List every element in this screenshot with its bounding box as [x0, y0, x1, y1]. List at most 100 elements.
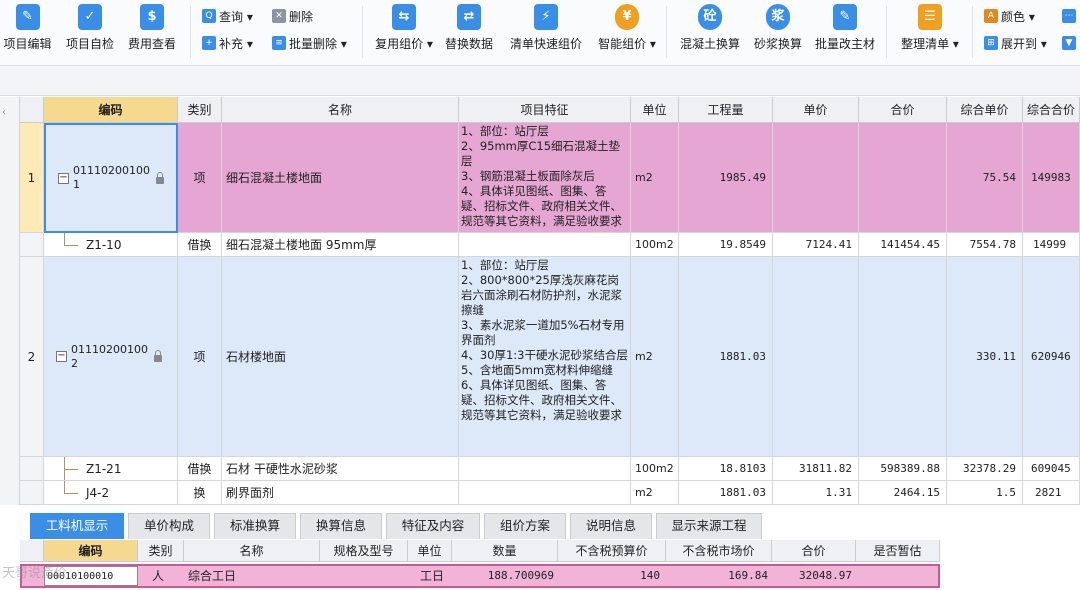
more-tools-button[interactable]: ⋯	[1062, 6, 1076, 26]
smart-price-button[interactable]: ¥ 智能组价 ▾	[594, 2, 660, 60]
type-cell[interactable]: 项	[178, 257, 222, 457]
market-price-cell[interactable]: 169.84	[668, 566, 772, 586]
type-cell[interactable]: 人	[152, 566, 192, 586]
code-cell[interactable]: − 01110200100 1	[44, 123, 178, 233]
header-type[interactable]: 类别	[138, 540, 184, 562]
reuse-price-button[interactable]: ⇆ 复用组价 ▾	[372, 2, 436, 60]
header-unit[interactable]: 单位	[631, 97, 679, 123]
tab-price-plan[interactable]: 组价方案	[484, 513, 566, 539]
feature-cell[interactable]: 1、部位：站厅层 2、800*800*25厚浅灰麻花岗岩六面涂刷石材防护剂，水泥…	[459, 257, 631, 457]
organize-list-button[interactable]: ☰ 整理清单 ▾	[894, 2, 966, 60]
header-budget-price[interactable]: 不含税预算价	[558, 540, 666, 562]
project-check-button[interactable]: ✓ 项目自检	[62, 2, 118, 60]
tab-source-project[interactable]: 显示来源工程	[656, 513, 762, 539]
header-name[interactable]: 名称	[222, 97, 459, 123]
code-cell[interactable]: Z1-10	[44, 233, 178, 257]
replace-data-button[interactable]: ⇄ 替换数据	[440, 2, 498, 60]
header-comp-price[interactable]: 综合单价	[947, 97, 1023, 123]
header-total[interactable]: 合价	[772, 540, 856, 562]
unit-cell[interactable]: m2	[631, 257, 679, 457]
cost-view-button[interactable]: $ 费用查看	[124, 2, 180, 60]
spec-cell[interactable]	[322, 566, 408, 586]
price-cell[interactable]: 31811.82	[773, 457, 859, 481]
qty-cell[interactable]: 1881.03	[679, 257, 773, 457]
quick-price-button[interactable]: ⚡ 清单快速组价	[504, 2, 588, 60]
feature-cell[interactable]	[459, 481, 631, 505]
batch-delete-button[interactable]: ≡ 批量删除 ▾	[272, 33, 347, 53]
header-market-price[interactable]: 不含税市场价	[666, 540, 772, 562]
table-row[interactable]: Z1-21 借换 石材 干硬性水泥砂浆 100m2 18.8103 31811.…	[20, 457, 1080, 481]
feature-cell[interactable]: 1、部位：站厅层 2、95mm厚C15细石混凝土垫层 3、钢筋混凝土板面除灰后 …	[459, 123, 631, 233]
header-estimate[interactable]: 是否暂估	[856, 540, 940, 562]
code-cell[interactable]: Z1-21	[44, 457, 178, 481]
price-cell[interactable]	[773, 257, 859, 457]
supplement-button[interactable]: + 补充 ▾	[202, 33, 253, 53]
code-cell[interactable]: J4-2	[44, 481, 178, 505]
header-feature[interactable]: 项目特征	[459, 97, 631, 123]
tab-feature-content[interactable]: 特征及内容	[386, 513, 480, 539]
header-price[interactable]: 单价	[773, 97, 859, 123]
qty-cell[interactable]: 1881.03	[679, 481, 773, 505]
header-total[interactable]: 合价	[859, 97, 947, 123]
tab-convert-info[interactable]: 换算信息	[300, 513, 382, 539]
tab-price-composition[interactable]: 单价构成	[128, 513, 210, 539]
unit-cell[interactable]: 100m2	[631, 457, 679, 481]
qty-cell[interactable]: 18.8103	[679, 457, 773, 481]
collapse-tree-icon[interactable]: −	[58, 172, 69, 184]
collapse-icon[interactable]: ‹	[2, 107, 6, 118]
collapse-tree-icon[interactable]: −	[56, 351, 67, 362]
mortar-convert-button[interactable]: 浆 砂浆换算	[750, 2, 806, 60]
unit-cell[interactable]: 工日	[420, 566, 456, 586]
qty-cell[interactable]: 1985.49	[679, 123, 773, 233]
feature-cell[interactable]	[459, 233, 631, 257]
code-cell[interactable]: − 01110200100 2	[44, 257, 178, 457]
table-row[interactable]: 1 − 01110200100 1 项 细石混凝土楼地面 1、部位：站厅层 2、9…	[20, 123, 1080, 233]
tab-labor-material[interactable]: 工料机显示	[30, 513, 124, 539]
table-row[interactable]: Z1-10 借换 细石混凝土楼地面 95mm厚 100m2 19.8549 71…	[20, 233, 1080, 257]
unit-cell[interactable]: m2	[631, 123, 679, 233]
header-code[interactable]: 编码	[44, 97, 178, 123]
budget-price-cell[interactable]: 140	[560, 566, 664, 586]
name-cell[interactable]: 细石混凝土楼地面	[222, 123, 459, 233]
header-code[interactable]: 编码	[44, 540, 138, 562]
price-cell[interactable]	[773, 123, 859, 233]
delete-button[interactable]: ✕ 删除	[272, 6, 313, 26]
type-cell[interactable]: 换	[178, 481, 222, 505]
name-cell[interactable]: 刷界面剂	[222, 481, 459, 505]
qty-cell[interactable]: 188.700969	[472, 566, 558, 586]
concrete-convert-button[interactable]: 砼 混凝土换算	[674, 2, 746, 60]
name-cell[interactable]: 细石混凝土楼地面 95mm厚	[222, 233, 459, 257]
name-cell[interactable]: 石材楼地面	[222, 257, 459, 457]
comp-total-cell: 149983	[1023, 123, 1080, 233]
header-type[interactable]: 类别	[178, 97, 222, 123]
price-cell[interactable]: 7124.41	[773, 233, 859, 257]
type-cell[interactable]: 项	[178, 123, 222, 233]
price-cell[interactable]: 1.31	[773, 481, 859, 505]
header-spec[interactable]: 规格及型号	[320, 540, 408, 562]
query-button[interactable]: Q 查询 ▾	[202, 6, 253, 26]
estimate-cell[interactable]	[858, 566, 938, 586]
type-cell[interactable]: 借换	[178, 457, 222, 481]
qty-cell[interactable]: 19.8549	[679, 233, 773, 257]
unit-cell[interactable]: 100m2	[631, 233, 679, 257]
header-unit[interactable]: 单位	[408, 540, 452, 562]
type-cell[interactable]: 借换	[178, 233, 222, 257]
name-cell[interactable]: 石材 干硬性水泥砂浆	[222, 457, 459, 481]
filter-button[interactable]: ▼	[1062, 33, 1076, 53]
batch-material-button[interactable]: ✎ 批量改主材	[810, 2, 880, 60]
name-cell[interactable]: 综合工日	[188, 566, 318, 586]
unit-cell[interactable]: m2	[631, 481, 679, 505]
header-qty[interactable]: 工程量	[679, 97, 773, 123]
tab-description[interactable]: 说明信息	[570, 513, 652, 539]
color-button[interactable]: A 颜色 ▾	[984, 6, 1035, 26]
tab-standard-convert[interactable]: 标准换算	[214, 513, 296, 539]
table-row[interactable]: J4-2 换 刷界面剂 m2 1881.03 1.31 2464.15 1.5 …	[20, 481, 1080, 505]
project-edit-button[interactable]: ✎ 项目编辑	[0, 2, 55, 60]
labor-row[interactable]: 00010100010 人 综合工日 工日 188.700969 140 169…	[20, 564, 940, 588]
header-comp-total[interactable]: 综合合价	[1023, 97, 1080, 123]
expand-to-button[interactable]: ⊞ 展开到 ▾	[984, 33, 1047, 53]
header-qty[interactable]: 数量	[452, 540, 558, 562]
feature-cell[interactable]	[459, 457, 631, 481]
table-row[interactable]: 2 − 01110200100 2 项 石材楼地面 1、部位：站厅层 2、800*…	[20, 257, 1080, 457]
header-name[interactable]: 名称	[184, 540, 320, 562]
